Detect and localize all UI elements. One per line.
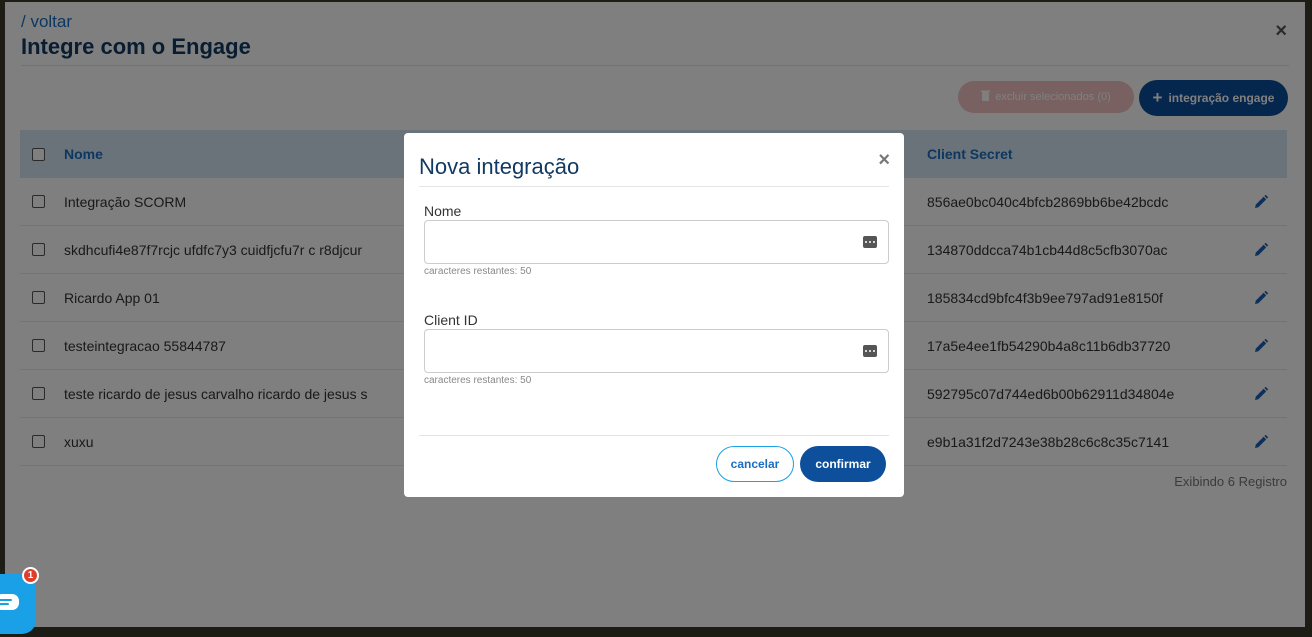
password-manager-icon[interactable] bbox=[863, 236, 877, 248]
modal-close-button[interactable]: × bbox=[878, 149, 890, 172]
modal-header-divider bbox=[419, 186, 889, 187]
chat-icon bbox=[0, 594, 19, 610]
name-field-hint: caracteres restantes: 50 bbox=[424, 266, 532, 277]
modal-title: Nova integração bbox=[419, 154, 580, 179]
chat-notification-badge: 1 bbox=[22, 567, 39, 584]
client-id-field-hint: caracteres restantes: 50 bbox=[424, 375, 532, 386]
cancel-button[interactable]: cancelar bbox=[716, 446, 794, 482]
name-field-label: Nome bbox=[424, 203, 462, 219]
client-id-field-label: Client ID bbox=[424, 312, 478, 328]
name-input[interactable] bbox=[425, 221, 888, 263]
client-id-field[interactable] bbox=[424, 329, 889, 373]
new-integration-modal: Nova integração × Nome caracteres restan… bbox=[404, 133, 904, 497]
modal-footer-divider bbox=[419, 435, 889, 436]
client-id-input[interactable] bbox=[425, 330, 888, 372]
password-manager-icon[interactable] bbox=[863, 345, 877, 357]
confirm-button[interactable]: confirmar bbox=[800, 446, 886, 482]
name-field[interactable] bbox=[424, 220, 889, 264]
